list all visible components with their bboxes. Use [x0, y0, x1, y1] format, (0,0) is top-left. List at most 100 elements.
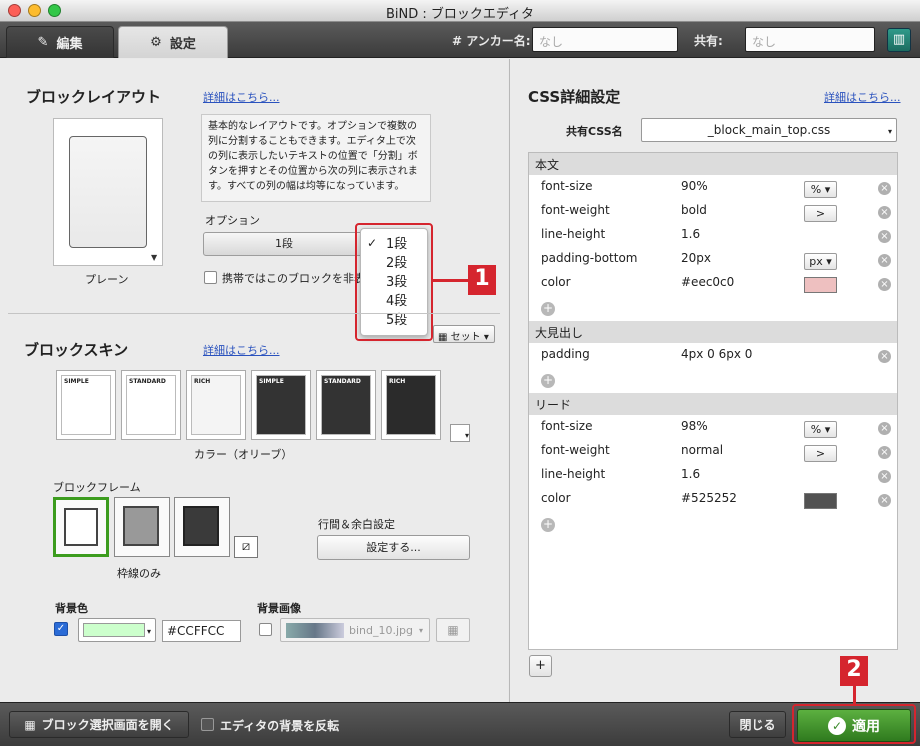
skin-thumb-label: STANDARD — [321, 375, 371, 435]
skin-thumb[interactable]: STANDARD — [316, 370, 376, 440]
delete-icon[interactable]: × — [878, 230, 891, 243]
frame-option[interactable] — [53, 497, 109, 557]
annotation-line-1 — [433, 279, 469, 282]
bg-image-grid-icon[interactable]: ▦ — [436, 618, 470, 642]
unit-select[interactable]: px ▾ — [804, 253, 837, 270]
column-option-select[interactable]: 1段 — [203, 232, 365, 256]
delete-icon[interactable]: × — [878, 470, 891, 483]
book-icon[interactable]: ▥ — [887, 28, 911, 52]
anchor-label: # アンカー名: — [452, 34, 531, 48]
layout-preview-label: プレーン — [85, 273, 129, 286]
css-prop-name: line-height — [541, 227, 606, 241]
css-prop-name: font-size — [541, 419, 593, 433]
share-select[interactable]: なし — [745, 27, 875, 52]
css-prop-name: line-height — [541, 467, 606, 481]
css-prop-name: color — [541, 491, 571, 505]
color-swatch[interactable] — [804, 277, 837, 293]
grid-icon: ▦ — [24, 717, 36, 732]
block-layout-detail-link[interactable]: 詳細はこちら... — [203, 89, 280, 105]
open-block-selector-button[interactable]: ▦ ブロック選択画面を開く — [9, 711, 189, 738]
invert-bg-checkbox[interactable] — [201, 718, 214, 731]
no-frame-icon[interactable]: ⧄ — [234, 536, 258, 558]
css-prop-value[interactable]: 90% — [681, 179, 708, 193]
grid-icon: ▦ — [438, 332, 448, 343]
skin-caption: カラー（オリーブ） — [194, 448, 293, 461]
bg-color-checkbox[interactable]: ✓ — [54, 622, 68, 636]
share-label: 共有: — [694, 34, 723, 48]
css-prop-value[interactable]: 1.6 — [681, 227, 700, 241]
skin-thumb-label: RICH — [191, 375, 241, 435]
css-prop-value[interactable]: 98% — [681, 419, 708, 433]
css-group-header: 本文 — [529, 153, 897, 175]
delete-icon[interactable]: × — [878, 254, 891, 267]
frame-option[interactable] — [114, 497, 170, 557]
css-prop-value[interactable]: #525252 — [681, 491, 737, 505]
css-prop-value[interactable]: 20px — [681, 251, 711, 265]
skin-thumb[interactable]: RICH — [381, 370, 441, 440]
css-prop-value[interactable]: 4px 0 6px 0 — [681, 347, 752, 361]
frame-shape — [64, 508, 98, 546]
shared-css-value: _block_main_top.css — [707, 123, 831, 137]
annotation-box-2 — [792, 704, 916, 744]
bg-color-picker[interactable]: ▾ — [78, 618, 156, 642]
skin-thumb[interactable]: SIMPLE — [251, 370, 311, 440]
layout-preview[interactable]: ▼ — [53, 118, 163, 266]
css-prop-name: color — [541, 275, 571, 289]
skin-thumb-label: RICH — [386, 375, 436, 435]
frame-option[interactable] — [174, 497, 230, 557]
mobile-hide-checkbox[interactable] — [204, 271, 217, 284]
css-prop-value[interactable]: normal — [681, 443, 723, 457]
tab-edit[interactable]: ✎ 編集 — [6, 26, 114, 58]
add-property-icon[interactable]: + — [541, 518, 555, 532]
mobile-hide-label: 携帯ではこのブロックを非表示 — [222, 272, 376, 285]
color-swatch[interactable] — [804, 493, 837, 509]
delete-icon[interactable]: × — [878, 494, 891, 507]
skin-thumb-label: SIMPLE — [256, 375, 306, 435]
delete-icon[interactable]: × — [878, 422, 891, 435]
expand-button[interactable]: > — [804, 205, 837, 222]
delete-icon[interactable]: × — [878, 350, 891, 363]
bg-image-checkbox[interactable] — [259, 623, 272, 636]
layout-preview-shape — [69, 136, 147, 248]
bg-image-select[interactable]: bind_10.jpg ▾ — [280, 618, 430, 642]
skin-thumb[interactable]: RICH — [186, 370, 246, 440]
delete-icon[interactable]: × — [878, 206, 891, 219]
annotation-badge-1: 1 — [468, 265, 496, 295]
column-option-value: 1段 — [275, 237, 293, 250]
expand-button[interactable]: > — [804, 445, 837, 462]
skin-more-button[interactable]: ▾ — [450, 424, 470, 442]
delete-icon[interactable]: × — [878, 278, 891, 291]
delete-icon[interactable]: × — [878, 182, 891, 195]
spacing-settings-button[interactable]: 設定する... — [317, 535, 470, 560]
block-skin-detail-link[interactable]: 詳細はこちら... — [203, 342, 280, 358]
annotation-badge-2: 2 — [840, 656, 868, 686]
tab-settings-label: 設定 — [169, 37, 196, 52]
chevron-down-icon: ▾ — [147, 627, 152, 636]
skin-thumb[interactable]: SIMPLE — [56, 370, 116, 440]
css-detail-link[interactable]: 詳細はこちら... — [824, 89, 901, 105]
css-group-header: リード — [529, 393, 897, 415]
bg-color-label: 背景色 — [55, 602, 88, 615]
skin-thumb[interactable]: STANDARD — [121, 370, 181, 440]
add-property-icon[interactable]: + — [541, 374, 555, 388]
unit-select[interactable]: % ▾ — [804, 421, 837, 438]
bg-color-hex-input[interactable]: #CCFFCC — [162, 620, 241, 642]
css-prop-value[interactable]: bold — [681, 203, 707, 217]
css-title: CSS詳細設定 — [528, 88, 621, 106]
bg-image-thumbnail — [286, 623, 344, 638]
css-prop-value[interactable]: #eec0c0 — [681, 275, 734, 289]
delete-icon[interactable]: × — [878, 446, 891, 459]
window-title: BiND : ブロックエディタ — [386, 7, 534, 22]
css-prop-value[interactable]: 1.6 — [681, 467, 700, 481]
chevron-down-icon: ▾ — [483, 332, 489, 343]
shared-css-select[interactable]: _block_main_top.css ▾ — [641, 118, 897, 142]
css-prop-name: font-size — [541, 179, 593, 193]
skin-set-button[interactable]: ▦ セット ▾ — [433, 325, 495, 343]
unit-select[interactable]: % ▾ — [804, 181, 837, 198]
anchor-input[interactable]: なし — [532, 27, 678, 52]
add-group-button[interactable]: + — [529, 655, 552, 677]
close-button[interactable]: 閉じる — [729, 711, 786, 738]
tab-settings[interactable]: ⚙ 設定 — [118, 26, 228, 58]
add-property-icon[interactable]: + — [541, 302, 555, 316]
block-skin-title: ブロックスキン — [24, 341, 129, 359]
